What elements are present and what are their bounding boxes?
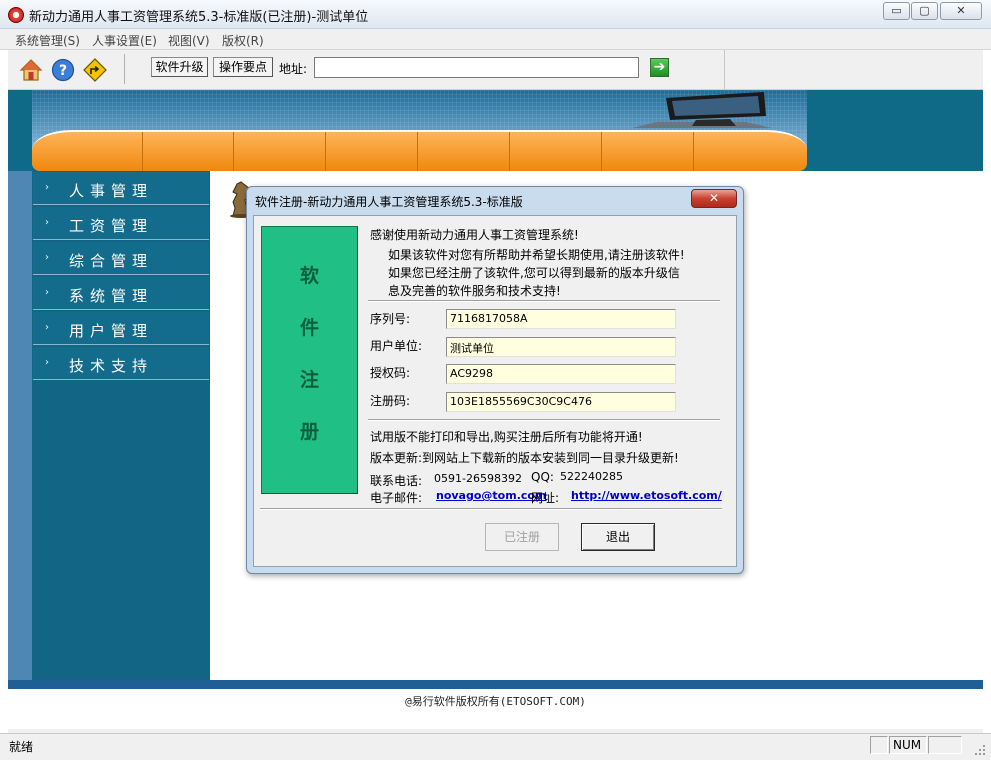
- resize-grip-icon[interactable]: [972, 742, 986, 756]
- banner-tab-divider: [509, 132, 510, 171]
- close-button[interactable]: ✕: [940, 2, 982, 20]
- intro-line: 如果您已经注册了该软件,您可以得到最新的版本升级信: [388, 266, 680, 280]
- divider: [260, 508, 722, 510]
- panel-char: 件: [299, 317, 319, 339]
- email-label: 电子邮件:: [370, 491, 423, 505]
- maximize-button[interactable]: ▢: [911, 2, 938, 20]
- footer-band: [8, 680, 983, 689]
- exit-button[interactable]: 退出: [581, 523, 655, 551]
- sidebar-item-system[interactable]: › 系统管理: [33, 277, 209, 310]
- copyright-text: @易行软件版权所有(ETOSOFT.COM): [8, 689, 983, 729]
- registration-banner-panel: 软 件 注 册: [261, 226, 358, 494]
- chevron-right-icon: ›: [45, 357, 49, 368]
- panel-char: 软: [299, 265, 319, 287]
- home-icon[interactable]: [19, 58, 43, 82]
- registered-button[interactable]: 已注册: [485, 523, 559, 551]
- sidebar-item-label: 用户管理: [69, 322, 154, 340]
- update-note: 版本更新:到网站上下载新的版本安装到同一目录升级更新!: [370, 451, 679, 465]
- registration-dialog: 软件注册-新动力通用人事工资管理系统5.3-标准版 ✕ 软 件 注 册 感谢使用…: [246, 186, 744, 574]
- status-text: 就绪: [9, 740, 34, 754]
- svg-text:?: ?: [59, 63, 67, 79]
- banner-tab-divider: [325, 132, 326, 171]
- dialog-close-button[interactable]: ✕: [691, 189, 737, 208]
- monitor-keyboard-icon: [632, 92, 772, 128]
- trial-note: 试用版不能打印和导出,购买注册后所有功能将开通!: [370, 430, 643, 444]
- banner-tab-divider: [233, 132, 234, 171]
- window-title: 新动力通用人事工资管理系统5.3-标准版(已注册)-测试单位: [29, 10, 369, 25]
- banner-tab-divider: [142, 132, 143, 171]
- sidebar-item-salary[interactable]: › 工资管理: [33, 207, 209, 240]
- toolbar-divider: [124, 54, 125, 84]
- intro-line: 如果该软件对您有所帮助并希望长期使用,请注册该软件!: [388, 248, 685, 262]
- phone-value: 0591-26598392: [434, 472, 522, 485]
- sidebar-item-label: 工资管理: [69, 217, 154, 235]
- divider: [368, 419, 720, 421]
- website-label: 网址:: [531, 491, 560, 505]
- left-frame-strip: [8, 90, 32, 680]
- reg-code-label: 注册码:: [370, 394, 411, 408]
- divider: [368, 300, 720, 302]
- banner-tab-strip: [32, 130, 807, 171]
- chevron-right-icon: ›: [45, 217, 49, 228]
- auth-code-field[interactable]: AC9298: [446, 364, 676, 384]
- banner-tab-divider: [693, 132, 694, 171]
- menu-bar: 系统管理(S) 人事设置(E) 视图(V) 版权(R): [0, 29, 991, 50]
- thanks-text: 感谢使用新动力通用人事工资管理系统!: [370, 228, 579, 242]
- title-bar: ● 新动力通用人事工资管理系统5.3-标准版(已注册)-测试单位 ▭ ▢ ✕: [0, 0, 991, 29]
- address-label: 地址:: [279, 62, 308, 76]
- banner-tab-divider: [601, 132, 602, 171]
- menu-system[interactable]: 系统管理(S): [15, 32, 80, 49]
- sidebar-item-users[interactable]: › 用户管理: [33, 312, 209, 345]
- sidebar-item-label: 人事管理: [69, 182, 154, 200]
- dialog-title: 软件注册-新动力通用人事工资管理系统5.3-标准版: [255, 195, 523, 209]
- chevron-right-icon: ›: [45, 252, 49, 263]
- qq-value: 522240285: [560, 470, 623, 483]
- software-upgrade-button[interactable]: 软件升级: [151, 57, 208, 77]
- toolbar: ? 软件升级 操作要点 地址: ➔: [8, 50, 983, 90]
- menu-copyright[interactable]: 版权(R): [222, 32, 264, 49]
- company-label: 用户单位:: [370, 339, 423, 353]
- direction-sign-icon[interactable]: [83, 58, 107, 82]
- chevron-right-icon: ›: [45, 287, 49, 298]
- address-input[interactable]: [314, 57, 639, 78]
- status-cell: [928, 736, 962, 754]
- minimize-button[interactable]: ▭: [883, 2, 910, 20]
- status-bar: 就绪 NUM: [0, 733, 991, 760]
- serial-label: 序列号:: [370, 312, 411, 326]
- serial-field[interactable]: 7116817058A: [446, 309, 676, 329]
- intro-line: 息及完善的软件服务和技术支持!: [388, 284, 561, 298]
- chevron-right-icon: ›: [45, 182, 49, 193]
- help-icon[interactable]: ?: [51, 58, 75, 82]
- menu-view[interactable]: 视图(V): [168, 32, 210, 49]
- header-banner: [32, 90, 807, 171]
- chevron-right-icon: ›: [45, 322, 49, 333]
- sidebar-item-label: 系统管理: [69, 287, 154, 305]
- auth-code-label: 授权码:: [370, 366, 411, 380]
- num-lock-indicator: NUM: [889, 736, 927, 754]
- go-arrow-icon[interactable]: ➔: [650, 58, 669, 77]
- sidebar-item-personnel[interactable]: › 人事管理: [33, 172, 209, 205]
- phone-label: 联系电话:: [370, 474, 423, 488]
- menu-personnel-settings[interactable]: 人事设置(E): [92, 32, 157, 49]
- dialog-body: 软 件 注 册 感谢使用新动力通用人事工资管理系统! 如果该软件对您有所帮助并希…: [253, 215, 737, 567]
- reg-code-field[interactable]: 103E1855569C30C9C476: [446, 392, 676, 412]
- banner-tab-divider: [417, 132, 418, 171]
- qq-label: QQ:: [531, 470, 554, 484]
- status-cell: [870, 736, 888, 754]
- company-field[interactable]: 测试单位: [446, 337, 676, 357]
- sidebar-item-label: 技术支持: [69, 357, 154, 375]
- sidebar-item-support[interactable]: › 技术支持: [33, 347, 209, 380]
- email-link[interactable]: novago@tom.com: [436, 489, 546, 502]
- panel-char: 注: [299, 369, 319, 391]
- app-logo-icon: ●: [8, 7, 24, 23]
- website-link[interactable]: http://www.etosoft.com/: [571, 489, 722, 502]
- sidebar-item-general[interactable]: › 综合管理: [33, 242, 209, 275]
- operation-tips-button[interactable]: 操作要点: [213, 57, 273, 77]
- toolbar-divider: [724, 50, 725, 90]
- sidebar-item-label: 综合管理: [69, 252, 154, 270]
- panel-char: 册: [299, 421, 319, 443]
